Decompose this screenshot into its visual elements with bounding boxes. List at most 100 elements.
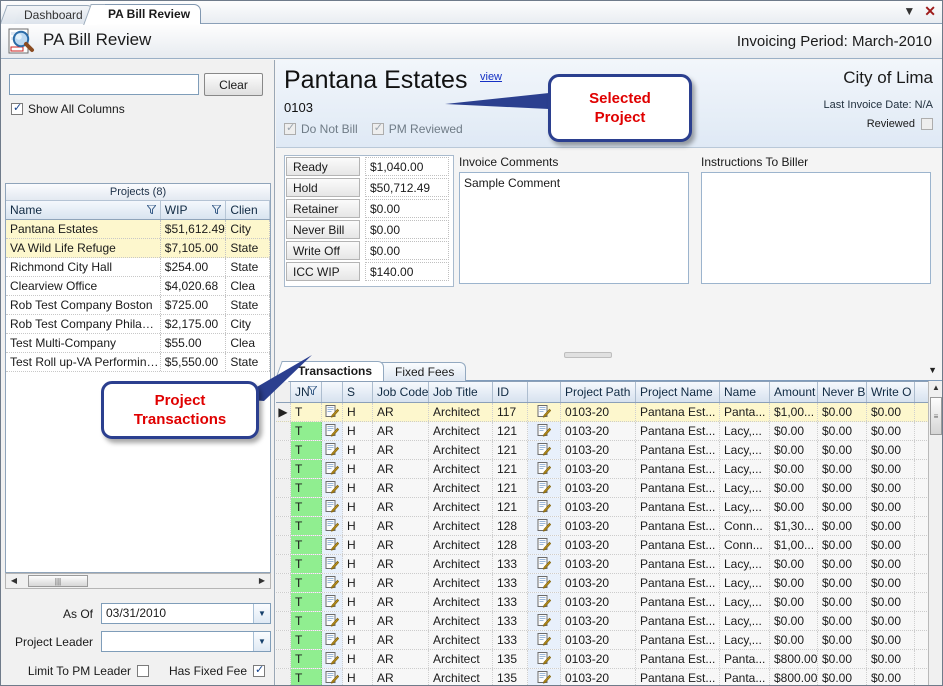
- transaction-detail-edit-cell[interactable]: [528, 555, 561, 573]
- project-row[interactable]: Richmond City Hall $254.00 State: [6, 258, 270, 277]
- row-selector-arrow-icon[interactable]: ▶: [276, 403, 291, 421]
- chevron-down-icon[interactable]: ▼: [253, 632, 270, 651]
- wip-row-label[interactable]: Hold: [286, 178, 360, 197]
- edit-document-icon[interactable]: [325, 481, 339, 494]
- project-row[interactable]: Rob Test Company Philadelp... $2,175.00 Ci…: [6, 315, 270, 334]
- transaction-detail-edit-cell[interactable]: [528, 593, 561, 611]
- project-row[interactable]: Pantana Estates $51,612.49 City: [6, 220, 270, 239]
- scrollbar-thumb[interactable]: |||: [28, 575, 88, 587]
- transaction-row[interactable]: T H AR Architect 133 0103-20 Pantana Est... Lac…: [276, 631, 942, 650]
- invoice-comments-input[interactable]: Sample Comment: [459, 172, 689, 284]
- has-fixed-fee-toggle[interactable]: Has Fixed Fee: [165, 663, 265, 678]
- project-row[interactable]: Test Roll up-VA Performing A... $5,550.00…: [6, 353, 270, 372]
- close-icon[interactable]: ✕: [924, 4, 936, 18]
- chevron-down-icon[interactable]: ▼: [928, 365, 937, 375]
- edit-document-icon[interactable]: [325, 576, 339, 589]
- row-selector[interactable]: [276, 612, 291, 630]
- transaction-edit-cell[interactable]: [322, 441, 343, 459]
- transaction-row[interactable]: T H AR Architect 121 0103-20 Pantana Est... Lac…: [276, 498, 942, 517]
- edit-document-icon[interactable]: [325, 405, 339, 418]
- row-selector[interactable]: [276, 460, 291, 478]
- scroll-right-icon[interactable]: ▶: [255, 574, 269, 588]
- edit-document-icon[interactable]: [537, 405, 551, 418]
- edit-document-icon[interactable]: [325, 462, 339, 475]
- transaction-edit-cell[interactable]: [322, 479, 343, 497]
- edit-document-icon[interactable]: [537, 443, 551, 456]
- tab-transactions[interactable]: Transactions: [274, 361, 385, 382]
- transactions-vertical-scrollbar[interactable]: ▲ ≡ ▼: [928, 381, 942, 685]
- transaction-detail-edit-cell[interactable]: [528, 498, 561, 516]
- wip-row-label[interactable]: Write Off: [286, 241, 360, 260]
- edit-document-icon[interactable]: [537, 671, 551, 684]
- edit-document-icon[interactable]: [537, 519, 551, 532]
- transaction-edit-cell[interactable]: [322, 650, 343, 668]
- transaction-detail-edit-cell[interactable]: [528, 479, 561, 497]
- row-selector[interactable]: [276, 555, 291, 573]
- transaction-row[interactable]: T H AR Architect 133 0103-20 Pantana Est... Lac…: [276, 574, 942, 593]
- column-header-id[interactable]: ID: [493, 382, 528, 402]
- do-not-bill-toggle[interactable]: Do Not Bill: [284, 121, 358, 136]
- transaction-detail-edit-cell[interactable]: [528, 441, 561, 459]
- show-all-columns-checkbox[interactable]: [11, 101, 23, 115]
- edit-document-icon[interactable]: [537, 424, 551, 437]
- edit-document-icon[interactable]: [325, 557, 339, 570]
- edit-document-icon[interactable]: [325, 424, 339, 437]
- transaction-detail-edit-cell[interactable]: [528, 460, 561, 478]
- transaction-edit-cell[interactable]: [322, 593, 343, 611]
- project-row[interactable]: Rob Test Company Boston $725.00 State: [6, 296, 270, 315]
- column-header-amount[interactable]: Amount: [770, 382, 818, 402]
- column-header-jn[interactable]: JN: [291, 382, 322, 402]
- row-selector[interactable]: [276, 669, 291, 685]
- wip-row-label[interactable]: Ready: [286, 157, 360, 176]
- tab-fixed-fees[interactable]: Fixed Fees: [371, 362, 467, 383]
- edit-document-icon[interactable]: [325, 614, 339, 627]
- column-header-job-code[interactable]: Job Code: [373, 382, 429, 402]
- edit-document-icon[interactable]: [537, 481, 551, 494]
- transaction-detail-edit-cell[interactable]: [528, 517, 561, 535]
- transaction-row[interactable]: T H AR Architect 135 0103-20 Pantana Est... Pan…: [276, 669, 942, 685]
- row-selector[interactable]: [276, 422, 291, 440]
- transaction-row[interactable]: T H AR Architect 121 0103-20 Pantana Est... Lac…: [276, 460, 942, 479]
- column-header-job-title[interactable]: Job Title: [429, 382, 493, 402]
- edit-document-icon[interactable]: [325, 500, 339, 513]
- scroll-up-icon[interactable]: ▲: [929, 381, 942, 395]
- column-header-name[interactable]: Name: [6, 201, 161, 219]
- row-selector[interactable]: [276, 441, 291, 459]
- column-header-never-bill[interactable]: Never Bil: [818, 382, 867, 402]
- transaction-row[interactable]: ▶ T H AR Architect 117 0103-20 Pantana Est... Pa…: [276, 403, 942, 422]
- reviewed-toggle[interactable]: Reviewed: [867, 118, 933, 130]
- wip-row-label[interactable]: ICC WIP: [286, 262, 360, 281]
- transaction-row[interactable]: T H AR Architect 121 0103-20 Pantana Est... Lac…: [276, 479, 942, 498]
- edit-document-icon[interactable]: [325, 595, 339, 608]
- pane-splitter-handle[interactable]: [564, 352, 612, 358]
- transaction-row[interactable]: T H AR Architect 133 0103-20 Pantana Est... Lac…: [276, 555, 942, 574]
- transaction-edit-cell[interactable]: [322, 517, 343, 535]
- transaction-edit-cell[interactable]: [322, 460, 343, 478]
- edit-document-icon[interactable]: [537, 595, 551, 608]
- transaction-edit-cell[interactable]: [322, 669, 343, 685]
- column-header-wip[interactable]: WIP: [161, 201, 227, 219]
- column-header-project-name[interactable]: Project Name: [636, 382, 720, 402]
- chevron-down-icon[interactable]: ▼: [253, 604, 270, 623]
- edit-document-icon[interactable]: [325, 633, 339, 646]
- row-selector[interactable]: [276, 650, 291, 668]
- show-all-columns-toggle[interactable]: Show All Columns: [11, 101, 125, 116]
- as-of-date-input[interactable]: 03/31/2010 ▼: [101, 603, 271, 624]
- tab-pa-bill-review[interactable]: PA Bill Review: [83, 4, 202, 25]
- transaction-row[interactable]: T H AR Architect 121 0103-20 Pantana Est... Lac…: [276, 422, 942, 441]
- search-input[interactable]: [9, 74, 199, 95]
- chevron-down-icon[interactable]: ▼: [903, 4, 915, 18]
- row-selector[interactable]: [276, 479, 291, 497]
- transaction-row[interactable]: T H AR Architect 121 0103-20 Pantana Est... Lac…: [276, 441, 942, 460]
- edit-document-icon[interactable]: [325, 538, 339, 551]
- pm-reviewed-toggle[interactable]: PM Reviewed: [371, 121, 463, 136]
- project-row[interactable]: Clearview Office $4,020.68 Clea: [6, 277, 270, 296]
- transaction-detail-edit-cell[interactable]: [528, 650, 561, 668]
- edit-document-icon[interactable]: [325, 519, 339, 532]
- edit-document-icon[interactable]: [325, 652, 339, 665]
- tab-dashboard[interactable]: Dashboard: [1, 5, 94, 26]
- edit-document-icon[interactable]: [537, 538, 551, 551]
- column-header-client[interactable]: Clien: [226, 201, 270, 219]
- row-selector[interactable]: [276, 498, 291, 516]
- edit-document-icon[interactable]: [325, 671, 339, 684]
